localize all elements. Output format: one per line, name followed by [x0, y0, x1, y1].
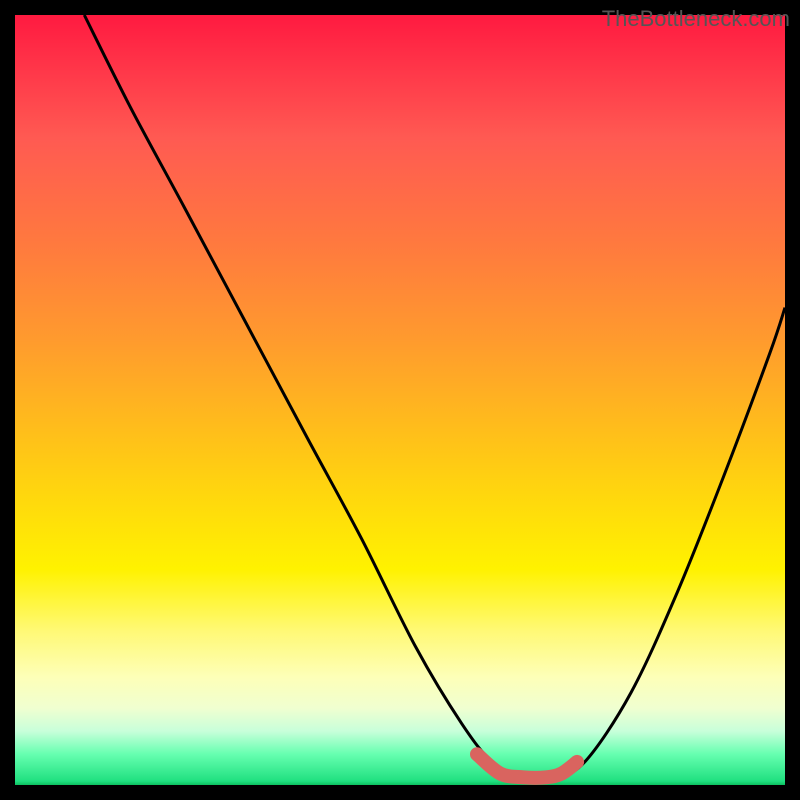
watermark-text: TheBottleneck.com — [602, 6, 790, 32]
optimal-range-marker — [477, 754, 577, 778]
plot-area — [15, 15, 785, 785]
bottleneck-curve — [84, 15, 785, 779]
chart-svg — [15, 15, 785, 785]
